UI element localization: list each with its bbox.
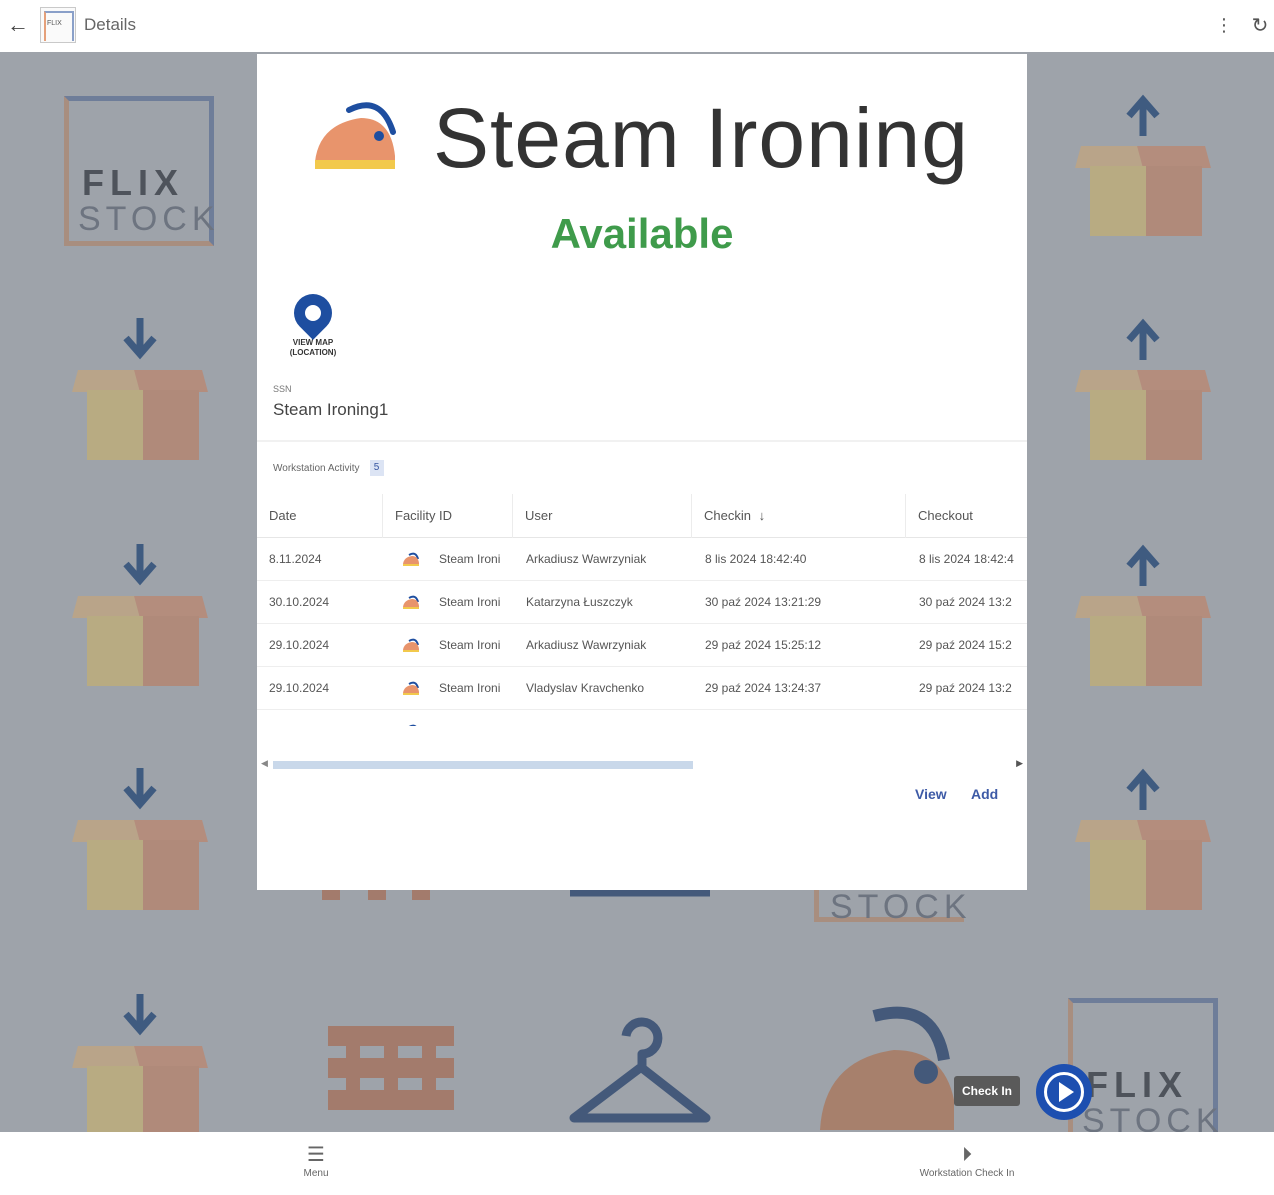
cell-facility-id: Steam Ironi	[439, 710, 513, 726]
view-map-button[interactable]: VIEW MAP (LOCATION)	[277, 286, 349, 362]
cell-date: 29.10.2024	[269, 710, 379, 726]
scroll-left-icon[interactable]: ◀	[261, 758, 268, 769]
table-row[interactable]: 29.10.2024 Steam Ironi Arkadiusz Wawrzyn…	[257, 624, 1027, 667]
brand-logo-partial: STOCK	[814, 888, 967, 1038]
incoming-box-icon	[65, 764, 215, 914]
cell-checkout: 29 paź 2024 06:1	[919, 710, 1027, 726]
scrollbar-thumb[interactable]	[273, 761, 693, 769]
check-in-tooltip: Check In	[954, 1076, 1020, 1106]
list-icon: ☰	[307, 1144, 325, 1166]
column-header-facility-id[interactable]: Facility ID	[383, 494, 513, 538]
ssn-value: Steam Ironing1	[273, 400, 389, 419]
table-horizontal-scrollbar[interactable]: ◀ ▶	[257, 758, 1027, 770]
cell-facility-id: Steam Ironi	[439, 552, 501, 566]
cell-date: 29.10.2024	[269, 681, 330, 695]
cell-checkin: 8 lis 2024 18:42:40	[705, 552, 807, 566]
cell-checkout: 29 paź 2024 15:2	[919, 638, 1012, 652]
table-row[interactable]: 30.10.2024 Steam Ironi Katarzyna Łuszczy…	[257, 581, 1027, 624]
steam-iron-icon	[408, 724, 417, 726]
top-app-bar: ← FLIX Details ⋮ ↻	[0, 0, 1274, 50]
outgoing-box-icon	[1068, 764, 1218, 914]
page-title: Details	[84, 15, 136, 34]
scroll-right-icon[interactable]: ▶	[1016, 758, 1023, 769]
cell-date: 8.11.2024	[269, 552, 322, 566]
nav-menu[interactable]: ☰ Menu	[296, 1144, 336, 1179]
activity-table: Date Facility ID User Checkin ↓ Checkout…	[257, 494, 1027, 726]
incoming-box-icon	[65, 314, 215, 464]
outgoing-box-icon	[1068, 90, 1218, 240]
column-header-date[interactable]: Date	[257, 494, 383, 538]
activity-label: Workstation Activity	[273, 462, 360, 474]
table-row[interactable]: 8.11.2024 Steam Ironi Arkadiusz Wawrzyni…	[257, 538, 1027, 581]
cell-user: Arkadiusz Wawrzyniak	[526, 638, 647, 652]
app-logo: FLIX	[40, 7, 76, 43]
cell-user: Arkadiusz Wawrzyniak	[526, 710, 692, 726]
table-header: Date Facility ID User Checkin ↓ Checkout	[257, 494, 1027, 538]
cell-checkin: 29 paź 2024 15:25:12	[705, 638, 822, 652]
table-row[interactable]: 29.10.2024 Steam Ironi Arkadiusz Wawrzyn…	[257, 710, 1027, 726]
cell-checkout: 29 paź 2024 13:2	[919, 681, 1012, 695]
cell-user: Katarzyna Łuszczyk	[526, 595, 633, 609]
steam-iron-icon	[315, 102, 396, 169]
checkin-header-label: Checkin	[704, 508, 751, 523]
incoming-box-icon	[65, 990, 215, 1132]
section-divider	[257, 440, 1027, 442]
cell-checkin: 29 paź 2024 06:14:35	[705, 710, 905, 726]
table-row[interactable]: 29.10.2024 Steam Ironi Vladyslav Kravche…	[257, 667, 1027, 710]
cell-checkout: 8 lis 2024 18:42:4	[919, 552, 1014, 566]
cell-facility-id: Steam Ironi	[439, 681, 501, 695]
cell-checkin: 30 paź 2024 13:21:29	[705, 595, 822, 609]
cell-user: Vladyslav Kravchenko	[526, 681, 645, 695]
view-button[interactable]: View	[915, 786, 947, 802]
availability-status: Available	[550, 210, 734, 257]
cell-date: 29.10.2024	[269, 638, 330, 652]
nav-workstation-check-in[interactable]: ⏵ Workstation Check In	[900, 1144, 1034, 1179]
refresh-icon[interactable]: ↻	[1250, 13, 1270, 38]
more-vertical-icon[interactable]: ⋮	[1214, 15, 1234, 36]
view-map-label: VIEW MAP (LOCATION)	[289, 338, 337, 357]
workstation-hero: Steam Ironing Available	[257, 54, 1027, 257]
steam-iron-icon	[403, 552, 419, 566]
cell-checkin: 29 paź 2024 13:24:37	[705, 681, 822, 695]
column-header-user[interactable]: User	[513, 494, 692, 538]
nav-menu-label: Menu	[303, 1168, 329, 1179]
steam-iron-icon	[403, 681, 419, 695]
cell-facility-id: Steam Ironi	[439, 595, 501, 609]
column-header-checkin[interactable]: Checkin ↓	[692, 494, 906, 538]
cell-checkout: 30 paź 2024 13:2	[919, 595, 1012, 609]
column-header-checkout[interactable]: Checkout	[906, 494, 1027, 538]
nav-check-in-label: Workstation Check In	[919, 1168, 1015, 1179]
map-pin-icon	[286, 286, 340, 340]
steam-iron-icon	[403, 638, 419, 652]
cell-date: 30.10.2024	[269, 595, 330, 609]
activity-header: Workstation Activity 5	[273, 460, 384, 476]
bottom-navigation: ☰ Menu ⏵ Workstation Check In	[0, 1132, 1274, 1195]
incoming-box-icon	[65, 540, 215, 690]
cell-facility-id: Steam Ironi	[439, 638, 501, 652]
outgoing-box-icon	[1068, 540, 1218, 690]
activity-count-badge: 5	[369, 460, 384, 476]
pallet-partial	[322, 890, 472, 1040]
workstation-details-dialog: Steam Ironing Available VIEW MAP (LOCATI…	[257, 54, 1027, 890]
add-button[interactable]: Add	[971, 786, 998, 802]
play-circle-icon: ⏵	[962, 1144, 972, 1166]
back-arrow-icon[interactable]: ←	[2, 0, 34, 50]
steam-iron-icon	[403, 595, 419, 609]
ssn-label: SSN	[273, 384, 292, 394]
workstation-title: Steam Ironing	[433, 91, 969, 185]
check-in-fab[interactable]	[1036, 1064, 1092, 1120]
sort-descending-icon: ↓	[758, 508, 766, 523]
cell-user: Arkadiusz Wawrzyniak	[526, 552, 647, 566]
outgoing-box-icon	[1068, 314, 1218, 464]
hanger-partial	[566, 887, 716, 1040]
